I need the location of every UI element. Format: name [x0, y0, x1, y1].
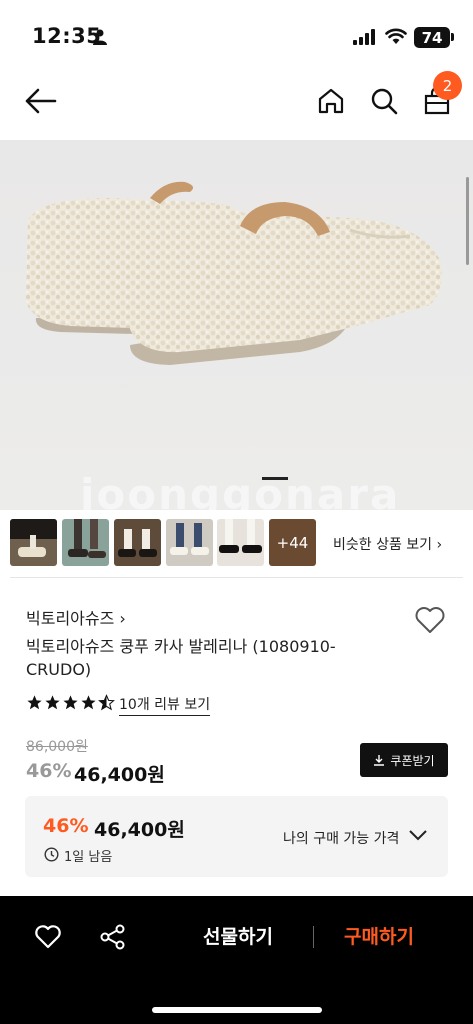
person-icon [93, 29, 107, 45]
best-price-amount: 46,400원 [94, 819, 185, 841]
similar-products-link[interactable]: 비슷한 상품 보기 › [333, 534, 442, 554]
home-indicator [152, 1007, 322, 1013]
home-icon[interactable] [316, 86, 346, 116]
heart-icon[interactable] [34, 924, 62, 950]
bottom-action-bar: 선물하기 구매하기 [0, 896, 473, 1024]
discount-rate: 46% [26, 760, 72, 782]
wifi-icon [385, 28, 407, 44]
heart-icon[interactable] [414, 605, 446, 635]
product-image[interactable] [0, 140, 473, 510]
similar-products-label: 비슷한 상품 보기 [333, 537, 433, 553]
battery-cap [451, 33, 454, 41]
star-icon [63, 695, 78, 710]
divider [10, 577, 463, 578]
thumbnail[interactable] [114, 519, 161, 566]
more-thumbnails-button[interactable]: +44 [269, 519, 316, 566]
half-star-icon [98, 694, 115, 711]
thumbnail[interactable] [166, 519, 213, 566]
signal-icon [353, 29, 375, 45]
chevron-right-icon: › [119, 609, 126, 628]
search-icon[interactable] [369, 86, 399, 116]
star-icon [27, 695, 42, 710]
watermark: joonggonara [80, 470, 401, 519]
best-price-rate: 46% [43, 815, 89, 837]
share-icon[interactable] [99, 923, 127, 951]
best-price-label: 나의 구매 가능 가격 [283, 831, 400, 847]
cart-count-badge: 2 [433, 71, 462, 100]
thumbnail-strip: +44 비슷한 상품 보기 › [10, 519, 473, 567]
battery-level: 74 [421, 28, 443, 47]
coupon-label: 쿠폰받기 [390, 753, 435, 768]
sale-price: 46,400원 [74, 764, 165, 786]
product-photo [26, 181, 442, 365]
product-title: 빅토리아슈즈 쿵푸 카사 발레리나 (1080910-CRUDO) [26, 637, 336, 679]
back-arrow-icon[interactable] [24, 86, 58, 116]
image-scroll-indicator [466, 177, 469, 265]
coupon-button[interactable]: 쿠폰받기 [360, 743, 448, 777]
best-price-panel[interactable]: 46% 46,400원 1일 남음 나의 구매 가능 가격 [25, 796, 448, 877]
chevron-right-icon: › [436, 537, 443, 553]
buy-button[interactable]: 구매하기 [344, 922, 414, 949]
star-icon [45, 695, 60, 710]
best-price-remaining: 1일 남음 [64, 850, 113, 865]
star-icon [81, 695, 96, 710]
brand-name: 빅토리아슈즈 [26, 609, 115, 628]
battery-indicator: 74 [414, 27, 450, 48]
status-bar: 12:35 74 [0, 0, 473, 72]
thumbnail[interactable] [217, 519, 264, 566]
thumbnail[interactable] [62, 519, 109, 566]
clock-icon [44, 847, 59, 862]
original-price: 86,000원 [26, 739, 88, 755]
divider [313, 926, 314, 948]
review-link[interactable]: 10개 리뷰 보기 [119, 694, 211, 716]
gift-button[interactable]: 선물하기 [203, 922, 273, 949]
rating-stars [26, 694, 115, 712]
brand-link[interactable]: 빅토리아슈즈 › [26, 605, 126, 629]
status-time: 12:35 [32, 24, 102, 48]
chevron-down-icon [409, 830, 427, 841]
thumbnail[interactable] [10, 519, 57, 566]
download-icon [374, 755, 385, 766]
more-thumbnails-count: +44 [276, 533, 309, 552]
